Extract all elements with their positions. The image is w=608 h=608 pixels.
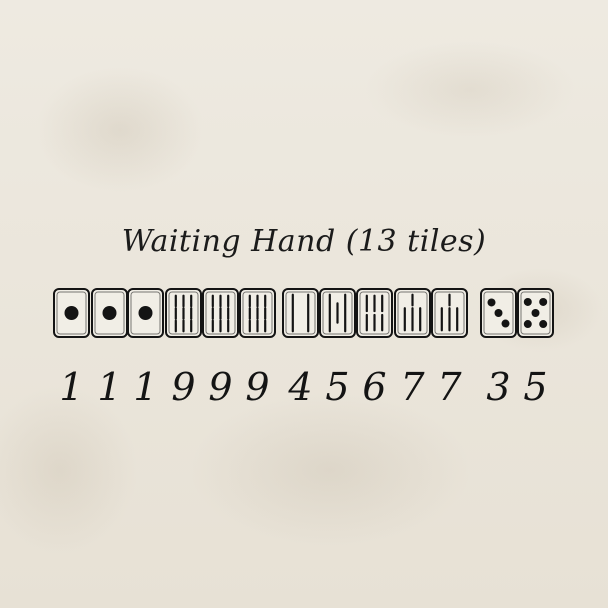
tile-dots-5 [517, 288, 554, 338]
tile-dots-1 [127, 288, 164, 338]
tile-bamboo-7 [394, 288, 431, 338]
tile-number-label: 1 [59, 365, 83, 409]
tile-number-label: 9 [208, 365, 232, 409]
tile-number-label: 7 [400, 365, 425, 409]
tile-dot [523, 320, 532, 329]
tile-dots-1 [91, 288, 128, 338]
tile-dot [539, 320, 548, 329]
tile-dot [64, 306, 79, 320]
tile-number-label: 5 [325, 365, 349, 409]
tile-bamboo-9 [202, 288, 239, 338]
tile-number-label: 1 [97, 365, 121, 409]
tile-dot [501, 319, 510, 328]
tile-number-label: 9 [245, 365, 269, 409]
tile-row: 1119994567735 [53, 288, 554, 409]
tile-body [282, 288, 319, 338]
tile-dot [102, 306, 117, 320]
tile-dot [531, 309, 540, 317]
tile-number-label: 9 [171, 365, 195, 409]
tile-dot [487, 298, 496, 307]
tile-bamboo-6 [356, 288, 393, 338]
tile-number-label: 5 [523, 365, 547, 409]
tile-bamboo-9 [165, 288, 202, 338]
tile-number-label: 7 [437, 365, 462, 409]
tile-bamboo-4 [282, 288, 319, 338]
tile-bamboo-7 [431, 288, 468, 338]
tile-number-label: 3 [486, 365, 510, 409]
tile-number-label: 4 [287, 365, 312, 409]
tile-dot [138, 306, 153, 320]
tile-dot [539, 297, 548, 306]
tile-dots-3 [480, 288, 517, 338]
tile-number-label: 1 [133, 365, 157, 409]
tile-dot [494, 309, 503, 317]
tile-dot [523, 297, 532, 306]
tile-bamboo-5 [319, 288, 356, 338]
tile-number-label: 6 [362, 365, 386, 409]
tile-bamboo-9 [239, 288, 276, 338]
tile-dots-1 [53, 288, 90, 338]
